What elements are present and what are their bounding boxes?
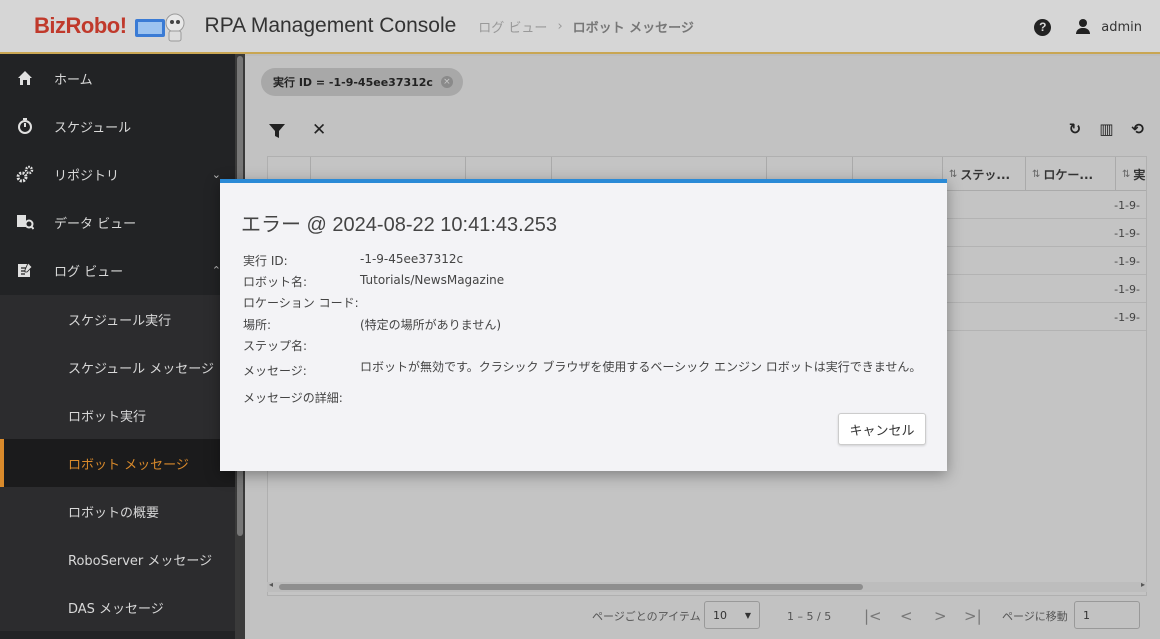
app-title: RPA Management Console	[204, 14, 457, 37]
column-label: ステッ...	[960, 167, 1011, 182]
sidebar-subitem-schedule-messages[interactable]: スケジュール メッセージ	[0, 343, 235, 391]
sort-icon[interactable]: ⇅	[949, 169, 957, 180]
logo-text: BizRobo!	[34, 13, 127, 38]
sidebar-item-label: ホーム	[54, 72, 93, 88]
goto-page-input[interactable]: 1	[1074, 601, 1140, 629]
detail-key: 実行 ID:	[243, 254, 288, 268]
grid-column-run[interactable]: ⇅ 実	[1115, 157, 1146, 191]
sort-icon[interactable]: ⇅	[1032, 169, 1040, 180]
grid-column-location[interactable]: ⇅ ロケー...	[1025, 157, 1115, 191]
log-icon	[16, 261, 34, 279]
column-label: 実	[1133, 167, 1146, 182]
items-per-page-select[interactable]: 10 ▼	[704, 601, 760, 629]
horizontal-scrollbar[interactable]: ◂ ▸	[267, 580, 1147, 592]
last-page-icon[interactable]: >|	[964, 607, 982, 625]
table-cell: -1-9-	[1114, 254, 1140, 268]
columns-icon[interactable]: ▥	[1099, 120, 1113, 138]
detail-value: ロボットが無効です。クラシック ブラウザを使用するベーシック エンジン ロボット…	[360, 360, 922, 374]
scroll-right-icon[interactable]: ▸	[1141, 580, 1145, 589]
history-icon[interactable]: ⟲	[1131, 120, 1144, 138]
user-icon[interactable]	[1075, 19, 1091, 35]
detail-key: ロボット名:	[243, 275, 308, 289]
next-page-icon[interactable]: >	[934, 607, 947, 625]
sidebar-subitem-schedule-runs[interactable]: スケジュール実行	[0, 295, 235, 343]
detail-key: メッセージ:	[243, 364, 307, 378]
detail-key: 場所:	[243, 318, 272, 332]
sidebar-item-label: スケジュール	[54, 120, 132, 136]
filter-icon[interactable]	[269, 124, 285, 138]
clear-filter-icon[interactable]: ✕	[312, 120, 326, 140]
sidebar-item-label: データ ビュー	[54, 216, 137, 232]
table-cell: -1-9-	[1114, 198, 1140, 212]
sidebar-subitem-robot-runs[interactable]: ロボット実行	[0, 391, 235, 439]
paginator: ページごとのアイテム 10 ▼ 1 – 5 / 5 |< < > >| ページに…	[267, 596, 1147, 636]
page-range: 1 – 5 / 5	[787, 609, 832, 623]
refresh-icon[interactable]: ↻	[1069, 120, 1082, 138]
gears-icon	[16, 165, 34, 183]
detail-key: メッセージの詳細:	[243, 391, 343, 405]
filter-chip[interactable]: 実行 ID = -1-9-45ee37312c ×	[261, 68, 463, 96]
sidebar-item-repository[interactable]: リポジトリ ⌄	[0, 150, 235, 198]
home-icon	[16, 69, 34, 87]
items-per-page-value: 10	[713, 608, 727, 622]
detail-value: Tutorials/NewsMagazine	[360, 273, 505, 287]
logo-icon	[133, 9, 189, 43]
sort-icon[interactable]: ⇅	[1122, 169, 1130, 180]
table-cell: -1-9-	[1114, 226, 1140, 240]
chip-close-icon[interactable]: ×	[440, 76, 453, 88]
sidebar-item-log-view[interactable]: ログ ビュー ⌃	[0, 246, 235, 294]
prev-page-icon[interactable]: <	[900, 607, 913, 625]
timer-icon	[16, 117, 34, 135]
data-view-icon	[16, 213, 34, 231]
sidebar: ホーム スケジュール リポジトリ ⌄ データ ビュー ログ ビュー ⌃ スケジュ…	[0, 54, 235, 639]
first-page-icon[interactable]: |<	[864, 607, 882, 625]
top-header: BizRobo! RPA Management Console ログ ビュー ›…	[0, 0, 1160, 54]
scrollbar-thumb[interactable]	[279, 584, 863, 590]
detail-value: -1-9-45ee37312c	[360, 252, 464, 266]
breadcrumb-separator: ›	[557, 18, 563, 34]
sidebar-item-home[interactable]: ホーム	[0, 54, 235, 102]
sidebar-subitem-das-messages[interactable]: DAS メッセージ	[0, 583, 235, 631]
detail-key: ステップ名:	[243, 339, 308, 353]
detail-key: ロケーション コード:	[243, 296, 359, 310]
sidebar-item-label: ログ ビュー	[54, 264, 124, 280]
table-cell: -1-9-	[1114, 282, 1140, 296]
detail-value: (特定の場所がありません)	[360, 318, 502, 332]
table-cell: -1-9-	[1114, 310, 1140, 324]
breadcrumb-current: ロボット メッセージ	[572, 20, 694, 36]
grid-column-step[interactable]: ⇅ ステッ...	[942, 157, 1025, 191]
cancel-button[interactable]: キャンセル	[838, 413, 926, 445]
column-label: ロケー...	[1043, 167, 1094, 182]
sidebar-subitem-robot-summary[interactable]: ロボットの概要	[0, 487, 235, 535]
help-icon[interactable]: ?	[1034, 18, 1052, 36]
sidebar-item-schedule[interactable]: スケジュール	[0, 102, 235, 150]
sidebar-subitem-robot-messages[interactable]: ロボット メッセージ	[0, 439, 235, 487]
sidebar-item-label: リポジトリ	[54, 168, 120, 184]
goto-page-label: ページに移動	[1002, 610, 1068, 623]
items-per-page-label: ページごとのアイテム	[592, 610, 701, 623]
error-dialog: エラー @ 2024-08-22 10:41:43.253 実行 ID: -1-…	[220, 179, 947, 471]
dropdown-caret-icon: ▼	[744, 610, 751, 620]
breadcrumb-parent[interactable]: ログ ビュー	[478, 17, 547, 36]
scroll-left-icon[interactable]: ◂	[269, 580, 273, 589]
dialog-title: エラー @ 2024-08-22 10:41:43.253	[241, 214, 558, 236]
sidebar-subitem-roboserver-messages[interactable]: RoboServer メッセージ	[0, 535, 235, 583]
username[interactable]: admin	[1101, 20, 1142, 35]
filter-chip-label: 実行 ID = -1-9-45ee37312c	[273, 76, 433, 89]
sidebar-item-data-view[interactable]: データ ビュー	[0, 198, 235, 246]
